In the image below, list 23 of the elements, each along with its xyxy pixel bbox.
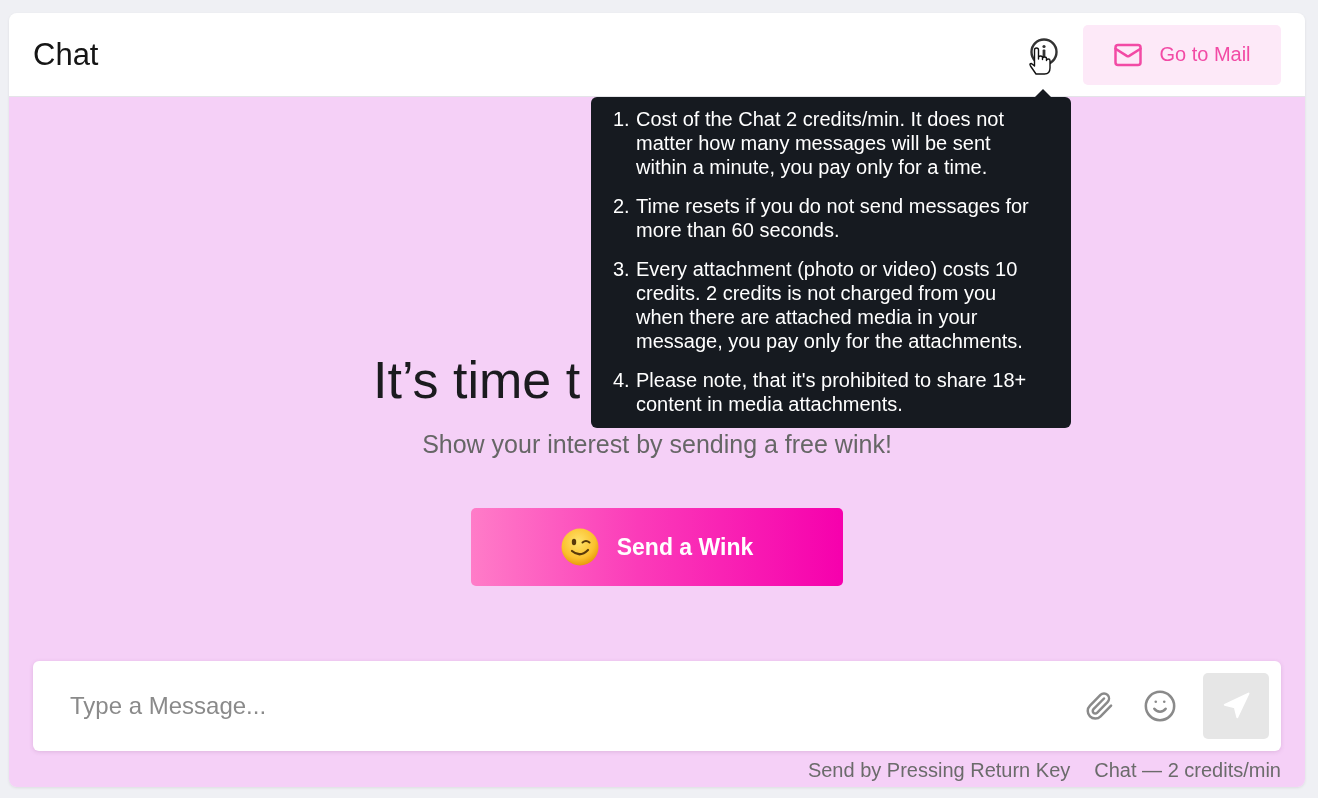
chat-pricing: Chat — 2 credits/min — [1094, 759, 1281, 781]
wink-emoji-icon — [560, 528, 599, 566]
tooltip-item-text: Time resets if you do not send messages for more than 60 seconds. — [636, 194, 1030, 242]
tooltip-item-number: 2. — [613, 194, 631, 219]
tooltip-item-number: 3. — [613, 257, 631, 282]
tooltip-item-number: 1. — [613, 107, 631, 132]
attach-button[interactable] — [1084, 691, 1114, 721]
paperclip-icon — [1084, 691, 1114, 721]
chat-title: Chat — [33, 36, 99, 73]
tooltip-item-number: 4. — [613, 368, 631, 393]
tooltip-item-text: Please note, that it's prohibited to share 18+ content in media attachments. — [636, 368, 1028, 416]
emoji-button[interactable] — [1143, 689, 1177, 723]
send-arrow-icon — [1221, 691, 1251, 721]
tooltip-item-text: Cost of the Chat 2 credits/min. It does not matter how many messages will be sent within a minute, you pay only for a time. — [636, 107, 1005, 179]
message-input[interactable]: Type a Message... — [70, 686, 1084, 726]
smiley-icon — [1143, 689, 1177, 723]
message-field[interactable]: Type a Message... — [33, 661, 1281, 751]
hero-subtitle: Show your interest by sending a free wink! — [422, 429, 892, 459]
hero-heading: It’s time t — [373, 352, 581, 408]
go-to-mail-button[interactable]: Go to Mail — [1083, 24, 1281, 85]
tooltip-item-text: Every attachment (photo or video) costs 10 credits. 2 credits is not charged from you when there are attached media in your message, you pay only for the attachments. — [636, 257, 1024, 353]
send-wink-button[interactable]: Send a Wink — [471, 508, 843, 586]
send-hint: Send by Pressing Return Key — [807, 759, 1071, 781]
